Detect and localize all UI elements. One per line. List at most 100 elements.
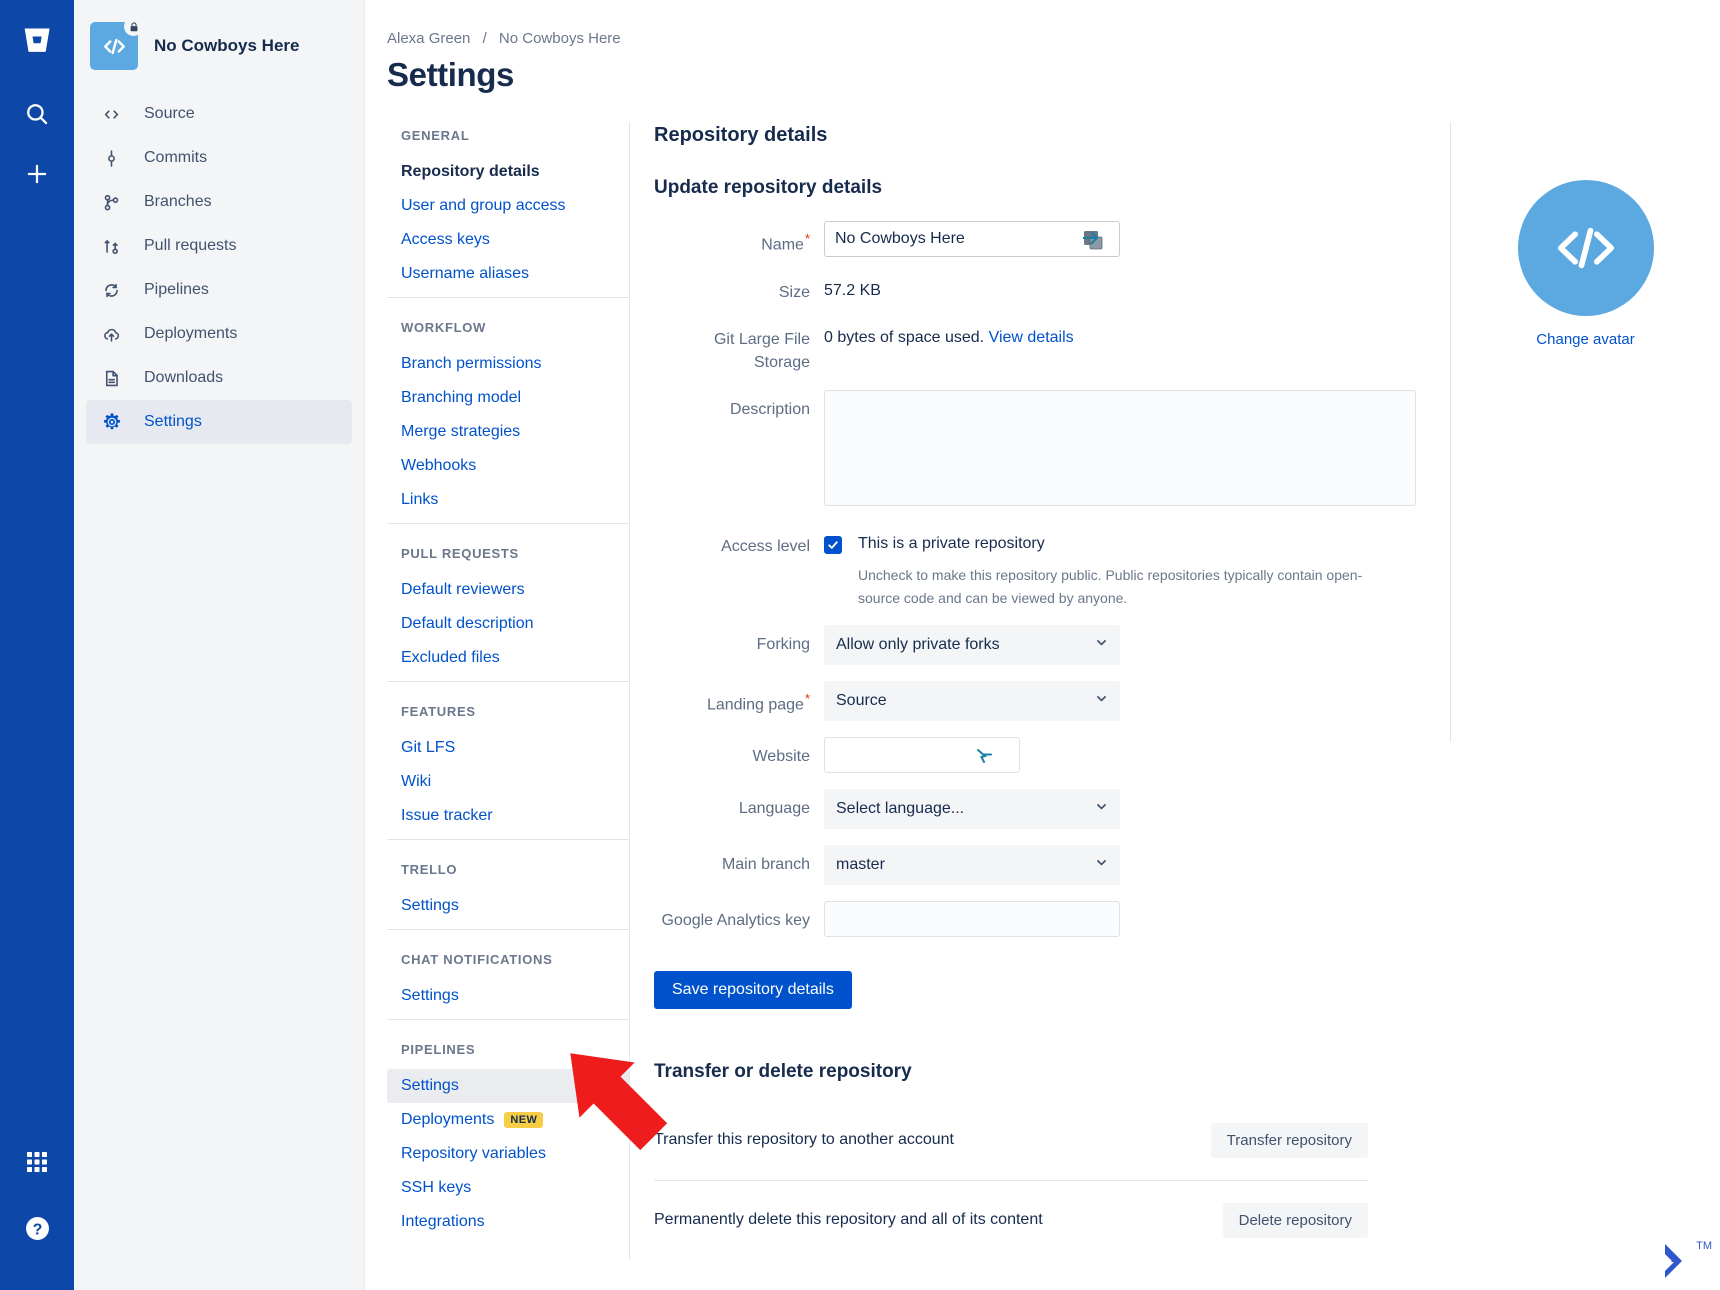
breadcrumb-separator: / [482,30,487,47]
settings-item-access-keys[interactable]: Access keys [387,223,629,257]
sidebar-item-pull-requests[interactable]: Pull requests [86,224,352,268]
required-asterisk: * [804,231,810,246]
settings-item-username-aliases[interactable]: Username aliases [387,257,629,291]
forking-select-wrap: Allow only private forks [824,624,1120,665]
forking-select[interactable]: Allow only private forks [824,624,1120,665]
form-row-forking: Forking Allow only private forks [654,624,1446,665]
form-heading: Update repository details [654,177,883,198]
language-select[interactable]: Select language... [824,788,1120,829]
settings-group-workflow: WORKFLOW Branch permissions Branching mo… [387,297,629,517]
settings-item-trello-settings[interactable]: Settings [387,889,629,923]
settings-item-issue-tracker[interactable]: Issue tracker [387,799,629,833]
svg-text:?: ? [32,1221,42,1238]
size-field-wrap: 57.2 KB [824,273,1416,300]
private-repository-row: This is a private repository [824,527,1416,555]
global-nav-bottom-group: ? [0,1138,74,1270]
sidebar-item-downloads[interactable]: Downloads [86,356,352,400]
settings-item-merge-strategies[interactable]: Merge strategies [387,415,629,449]
settings-item-default-description[interactable]: Default description [387,607,629,641]
main-branch-select[interactable]: master [824,844,1120,885]
settings-item-branching-model[interactable]: Branching model [387,381,629,415]
cloud-upload-icon [102,325,128,344]
app-root: ? No Cowboys Here Source Commits Branche… [0,0,1720,1290]
transfer-repository-button[interactable]: Transfer repository [1210,1122,1368,1158]
pipelines-refresh-icon [102,281,128,300]
form-row-git-lfs: Git Large File Storage 0 bytes of space … [654,320,1446,374]
checkmark-icon [828,541,838,549]
settings-group-heading: CHAT NOTIFICATIONS [387,929,629,979]
brand-mark-icon [1665,1244,1683,1278]
grid-apps-icon[interactable] [13,1138,61,1186]
settings-item-repository-details[interactable]: Repository details [387,155,629,189]
private-repository-label: This is a private repository [858,535,1045,553]
settings-item-wiki[interactable]: Wiki [387,765,629,799]
sidebar-item-label: Pipelines [144,281,209,298]
settings-item-label: Deployments [401,1111,495,1128]
section-heading: Repository details [654,124,828,146]
settings-group-features: FEATURES Git LFS Wiki Issue tracker [387,681,629,833]
settings-group-general: GENERAL Repository details User and grou… [387,128,629,291]
bitbucket-logo-icon[interactable] [13,16,61,64]
forking-field-wrap: Allow only private forks [824,624,1416,665]
code-brackets-icon [102,105,128,124]
question-circle-icon[interactable]: ? [13,1204,61,1252]
main-branch-select-wrap: master [824,844,1120,885]
transfer-repository-row: Transfer this repository to another acco… [654,1109,1368,1181]
view-details-link[interactable]: View details [989,329,1074,346]
settings-group-pull-requests: PULL REQUESTS Default reviewers Default … [387,523,629,675]
language-select-wrap: Select language... [824,788,1120,829]
global-navigation-bar: ? [0,0,74,1290]
repository-name-input[interactable] [824,221,1120,257]
settings-group-heading: TRELLO [387,839,629,889]
private-repository-checkbox[interactable] [824,536,842,555]
code-brackets-icon [103,38,125,54]
save-repository-details-button[interactable]: Save repository details [654,970,852,1009]
sidebar-item-label: Source [144,105,195,122]
settings-item-webhooks[interactable]: Webhooks [387,449,629,483]
sidebar-item-label: Downloads [144,369,224,386]
landing-page-select[interactable]: Source [824,680,1120,721]
settings-item-branch-permissions[interactable]: Branch permissions [387,347,629,381]
settings-item-repository-variables[interactable]: Repository variables [387,1137,629,1171]
change-avatar-link[interactable]: Change avatar [1536,331,1634,348]
breadcrumb-repo[interactable]: No Cowboys Here [499,30,621,47]
delete-repository-button[interactable]: Delete repository [1222,1202,1368,1238]
sidebar-item-pipelines[interactable]: Pipelines [86,268,352,312]
settings-item-links[interactable]: Links [387,483,629,517]
settings-item-integrations[interactable]: Integrations [387,1205,629,1239]
sidebar-item-deployments[interactable]: Deployments [86,312,352,356]
delete-repository-text: Permanently delete this repository and a… [654,1211,1043,1229]
google-analytics-input[interactable] [824,900,1120,937]
language-field-wrap: Select language... [824,788,1416,829]
lock-icon [124,17,143,36]
git-lfs-label: Git Large File Storage [713,331,810,371]
settings-item-pipelines-deployments[interactable]: Deployments NEW [387,1103,629,1137]
sidebar-item-branches[interactable]: Branches [86,180,352,224]
plus-icon[interactable] [13,150,61,198]
repository-avatar-large[interactable] [1517,180,1654,316]
settings-group-trello: TRELLO Settings [387,839,629,923]
sidebar-item-settings[interactable]: Settings [86,400,352,444]
settings-item-pipelines-settings[interactable]: Settings [387,1069,629,1103]
breadcrumb-owner[interactable]: Alexa Green [387,30,470,47]
name-label-text: Name [761,236,804,254]
settings-item-default-reviewers[interactable]: Default reviewers [387,573,629,607]
settings-item-excluded-files[interactable]: Excluded files [387,641,629,675]
settings-item-ssh-keys[interactable]: SSH keys [387,1171,629,1205]
main-branch-field-wrap: master [824,844,1416,885]
repository-name: No Cowboys Here [154,35,300,55]
settings-item-chat-notifications-settings[interactable]: Settings [387,979,629,1013]
sidebar-item-source[interactable]: Source [86,92,352,136]
settings-item-user-and-group-access[interactable]: User and group access [387,189,629,223]
google-analytics-field-wrap [824,900,1416,937]
landing-page-field-wrap: Source [824,680,1416,721]
description-textarea[interactable] [824,390,1416,507]
repository-header[interactable]: No Cowboys Here [74,17,364,70]
sidebar-item-commits[interactable]: Commits [86,136,352,180]
main-branch-label: Main branch [721,855,810,873]
sidebar-item-label: Settings [144,413,202,430]
form-row-access-level: Access level This is a private repositor… [654,527,1446,609]
branch-icon [102,193,128,212]
settings-item-git-lfs[interactable]: Git LFS [387,731,629,765]
search-icon[interactable] [13,90,61,138]
